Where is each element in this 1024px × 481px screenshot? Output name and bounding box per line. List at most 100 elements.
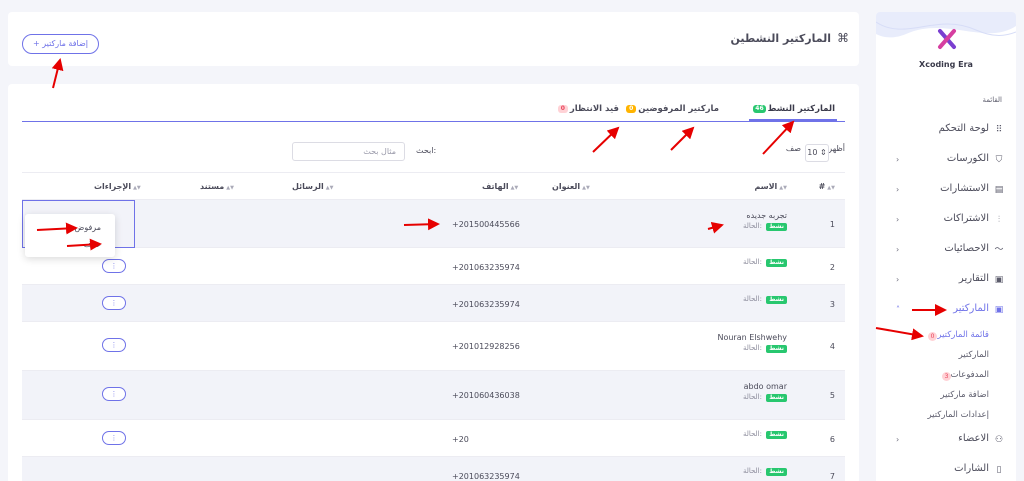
count-badge: 3 [942, 372, 951, 381]
tab-label: ماركتير المرفوضين [638, 104, 719, 114]
sort-icon: ▲▼ [510, 185, 519, 191]
column-header-address[interactable]: العنوان ▲▼ [552, 182, 590, 191]
basket-icon: ⛉ [995, 155, 1003, 165]
tab-pending-marketers[interactable]: 0 قيد الانتظار [556, 104, 619, 114]
sidebar: Xcoding Era القائمة ⠿ لوحة التحكم ⛉ الكو… [876, 12, 1016, 481]
sidebar-subitem-marketers[interactable]: الماركتير [876, 346, 1016, 366]
marketer-name-cell: الحالة: نشط [743, 293, 787, 304]
rows-per-page-value: 10 [807, 148, 818, 157]
column-header-label: مستند [200, 182, 225, 191]
marketer-phone: +201500445566 [452, 220, 520, 229]
sort-icon: ▲▼ [582, 185, 590, 191]
rows-label: صف [785, 144, 801, 153]
column-header-document[interactable]: مستند ▲▼ [200, 182, 234, 191]
column-header-phone[interactable]: الهاتف ▲▼ [482, 182, 518, 191]
add-marketer-button[interactable]: + إضافة ماركتير [22, 34, 99, 54]
table-row: 3 الحالة: نشط +201063235974 ⋮ [22, 285, 845, 322]
status-badge: نشط [766, 223, 787, 231]
row-number: 2 [829, 263, 835, 272]
brand-logo-icon [938, 29, 956, 49]
sidebar-item-subscriptions[interactable]: ⫶ الاشتراكات › [876, 206, 1016, 236]
marketer-status: الحالة: نشط [743, 222, 787, 231]
page-title: الماركتير النشطين [730, 32, 831, 45]
marketer-name: Nouran Elshwehy [717, 333, 787, 342]
column-header-messages[interactable]: الرسائل ▲▼ [292, 182, 333, 191]
sidebar-subitem-label: إعدادات الماركتير [927, 410, 989, 420]
search-input[interactable] [292, 142, 405, 161]
sidebar-item-label: الشارات [954, 463, 989, 474]
table-row: 2 الحالة: نشط +201063235974 ⋮ [22, 248, 845, 285]
sidebar-item-badges[interactable]: ▯ الشارات [876, 456, 1016, 481]
sidebar-item-label: الاعضاء [958, 433, 989, 444]
show-entries-label: أظهر [828, 144, 845, 153]
box-icon: ▣ [994, 305, 1004, 315]
row-number: 5 [829, 391, 835, 400]
row-actions-button[interactable]: ⋮ [102, 259, 126, 273]
row-number: 6 [829, 435, 835, 444]
marketer-phone: +201012928256 [452, 342, 520, 351]
row-actions-button[interactable]: ⋮ [102, 296, 126, 310]
column-header-label: العنوان [552, 182, 581, 191]
sort-icon: ▲▼ [779, 185, 787, 191]
marketer-phone: +20 [452, 435, 469, 444]
status-label: الحالة: [742, 344, 762, 352]
status-label: الحالة: [742, 467, 762, 475]
sidebar-subitem-marketer-settings[interactable]: إعدادات الماركتير [876, 406, 1016, 426]
dropdown-item-reject[interactable]: مرفوض [75, 223, 101, 232]
status-badge: نشط [766, 468, 787, 476]
marketer-status: الحالة: نشط [743, 393, 787, 402]
rows-per-page-select[interactable]: 10 ⇕ [805, 144, 829, 162]
status-badge: نشط [766, 296, 787, 304]
sidebar-subitem-label: قائمة الماركتير [937, 330, 989, 340]
row-actions-button[interactable]: ⋮ [102, 387, 126, 401]
tab-badge: 46 [753, 105, 766, 113]
column-header-label: الهاتف [482, 182, 509, 191]
chevron-up-icon: ˄ [896, 305, 900, 314]
status-label: الحالة: [742, 295, 762, 303]
sidebar-subitem-marketer-list[interactable]: قائمة الماركتير 0 [876, 326, 1016, 346]
sidebar-item-members[interactable]: ⚇ الاعضاء › [876, 426, 1016, 456]
box-icon: ▣ [994, 275, 1004, 285]
marketer-name-cell: الحالة: نشط [743, 256, 787, 267]
search-label: ابحث: [416, 146, 437, 155]
sidebar-menu: ⠿ لوحة التحكم ⛉ الكورسات › ▤ الاستشارات … [876, 116, 1016, 481]
status-label: الحالة: [742, 258, 762, 266]
sidebar-subitem-add-marketer[interactable]: اضافة ماركتير [876, 386, 1016, 406]
sidebar-item-statistics[interactable]: 〜 الاحصائيات › [876, 236, 1016, 266]
sidebar-item-consultations[interactable]: ▤ الاستشارات › [876, 176, 1016, 206]
row-actions-button[interactable]: ⋮ [102, 338, 126, 352]
column-header-name[interactable]: الاسم ▲▼ [754, 182, 787, 191]
brand-name: Xcoding Era [919, 60, 973, 69]
marketers-table-card: 46 الماركتير النشط 0 ماركتير المرفوضين 0 قي… [8, 84, 859, 481]
column-header-label: الإجراءات [94, 182, 132, 191]
sidebar-subitem-payments[interactable]: المدفوعات 3 [876, 366, 1016, 386]
chevron-right-icon: › [896, 245, 900, 254]
sidebar-subitem-label: المدفوعات [950, 370, 989, 380]
tab-label: الماركتير النشط [767, 104, 835, 114]
chevron-right-icon: › [896, 215, 900, 224]
sidebar-item-label: الماركتير [953, 303, 989, 314]
status-label: الحالة: [742, 393, 762, 401]
marketer-status: الحالة: نشط [743, 258, 787, 267]
tab-rejected-marketers[interactable]: 0 ماركتير المرفوضين [624, 104, 719, 114]
marketer-name-cell: الحالة: نشط [743, 428, 787, 439]
tab-active-marketers[interactable]: 46 الماركتير النشط [749, 104, 837, 121]
sidebar-item-dashboard[interactable]: ⠿ لوحة التحكم [876, 116, 1016, 146]
chevron-right-icon: › [896, 185, 900, 194]
status-label: الحالة: [742, 430, 762, 438]
command-icon: ⌘ [837, 31, 849, 45]
sidebar-item-courses[interactable]: ⛉ الكورسات › [876, 146, 1016, 176]
row-number: 7 [829, 472, 835, 481]
row-actions-button[interactable]: ⋮ [102, 431, 126, 445]
marketer-name-cell: abdo omar الحالة: نشط [743, 382, 787, 402]
tag-icon: ▯ [996, 465, 1002, 475]
sort-icon: ▲▼ [226, 185, 234, 191]
dropdown-item-delete[interactable]: حذف [84, 240, 101, 249]
sidebar-item-marketers[interactable]: ▣ الماركتير ˄ [876, 296, 1016, 326]
users-icon: ⚇ [994, 435, 1004, 445]
column-header-number[interactable]: # ▲▼ [819, 182, 835, 191]
sidebar-item-reports[interactable]: ▣ التقارير › [876, 266, 1016, 296]
marketer-name-cell: الحالة: نشط [743, 465, 787, 476]
table-body: 1 تجربه جديده الحالة: نشط +201500445566 … [22, 200, 845, 481]
column-header-actions[interactable]: الإجراءات ▲▼ [94, 182, 141, 191]
